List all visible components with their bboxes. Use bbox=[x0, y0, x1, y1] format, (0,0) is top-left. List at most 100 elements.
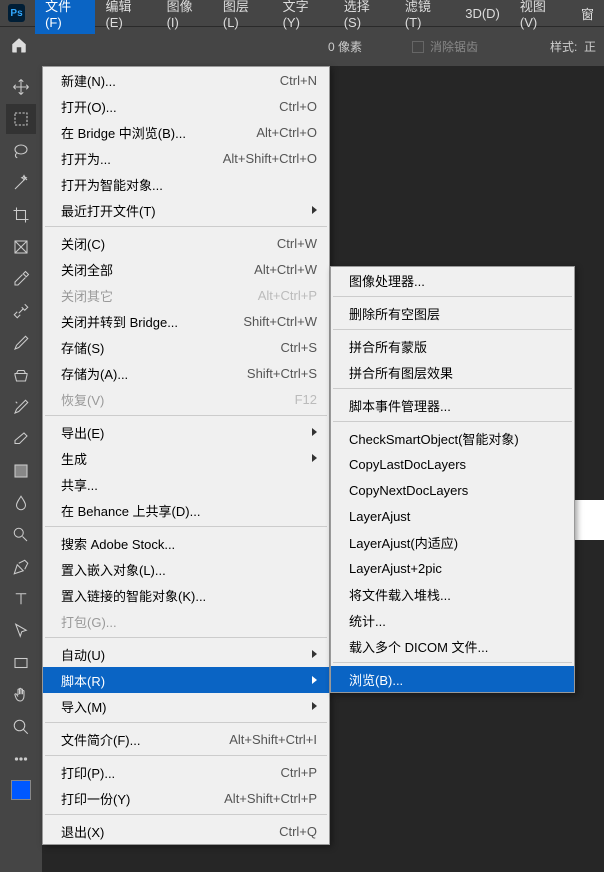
menu-save[interactable]: 存储(S)Ctrl+S bbox=[43, 334, 329, 360]
submenu-copy-next[interactable]: CopyNextDocLayers bbox=[331, 477, 574, 503]
healing-tool[interactable] bbox=[6, 296, 36, 326]
move-tool[interactable] bbox=[6, 72, 36, 102]
menu-select[interactable]: 选择(S) bbox=[334, 0, 395, 34]
menu-automate[interactable]: 自动(U) bbox=[43, 641, 329, 667]
history-brush-tool[interactable] bbox=[6, 392, 36, 422]
menu-print-one[interactable]: 打印一份(Y)Alt+Shift+Ctrl+P bbox=[43, 785, 329, 811]
submenu-layer-adjust-adaptive[interactable]: LayerAjust(内适应) bbox=[331, 529, 574, 555]
anti-alias-checkbox[interactable]: 消除锯齿 bbox=[412, 38, 478, 55]
menu-separator bbox=[45, 814, 327, 815]
foreground-color[interactable] bbox=[11, 780, 31, 800]
menu-close-all[interactable]: 关闭全部Alt+Ctrl+W bbox=[43, 256, 329, 282]
menu-separator bbox=[45, 226, 327, 227]
pen-tool[interactable] bbox=[6, 552, 36, 582]
workspace: 新建(N)...Ctrl+N 打开(O)...Ctrl+O 在 Bridge 中… bbox=[0, 66, 604, 872]
file-menu-dropdown: 新建(N)...Ctrl+N 打开(O)...Ctrl+O 在 Bridge 中… bbox=[42, 66, 330, 845]
submenu-copy-last[interactable]: CopyLastDocLayers bbox=[331, 451, 574, 477]
submenu-arrow-icon bbox=[312, 650, 317, 658]
menu-browse-bridge[interactable]: 在 Bridge 中浏览(B)...Alt+Ctrl+O bbox=[43, 119, 329, 145]
submenu-arrow-icon bbox=[312, 454, 317, 462]
submenu-load-dicom[interactable]: 载入多个 DICOM 文件... bbox=[331, 633, 574, 659]
dodge-tool[interactable] bbox=[6, 520, 36, 550]
zoom-tool[interactable] bbox=[6, 712, 36, 742]
type-tool[interactable] bbox=[6, 584, 36, 614]
menu-print[interactable]: 打印(P)...Ctrl+P bbox=[43, 759, 329, 785]
menu-generate[interactable]: 生成 bbox=[43, 445, 329, 471]
marquee-tool[interactable] bbox=[6, 104, 36, 134]
menu-separator bbox=[333, 662, 572, 663]
submenu-event-manager[interactable]: 脚本事件管理器... bbox=[331, 392, 574, 418]
menu-text[interactable]: 文字(Y) bbox=[273, 0, 334, 34]
menu-recent[interactable]: 最近打开文件(T) bbox=[43, 197, 329, 223]
submenu-browse[interactable]: 浏览(B)... bbox=[331, 666, 574, 692]
menu-separator bbox=[45, 415, 327, 416]
submenu-delete-empty[interactable]: 删除所有空图层 bbox=[331, 300, 574, 326]
menu-place-linked[interactable]: 置入链接的智能对象(K)... bbox=[43, 582, 329, 608]
menu-new[interactable]: 新建(N)...Ctrl+N bbox=[43, 67, 329, 93]
menu-package: 打包(G)... bbox=[43, 608, 329, 634]
menubar: Ps 文件(F) 编辑(E) 图像(I) 图层(L) 文字(Y) 选择(S) 滤… bbox=[0, 0, 604, 26]
home-icon[interactable] bbox=[10, 36, 28, 57]
crop-tool[interactable] bbox=[6, 200, 36, 230]
menu-file-info[interactable]: 文件简介(F)...Alt+Shift+Ctrl+I bbox=[43, 726, 329, 752]
brush-tool[interactable] bbox=[6, 328, 36, 358]
lasso-tool[interactable] bbox=[6, 136, 36, 166]
menu-save-as[interactable]: 存储为(A)...Shift+Ctrl+S bbox=[43, 360, 329, 386]
pixel-value: 0 像素 bbox=[328, 38, 362, 55]
menu-exit[interactable]: 退出(X)Ctrl+Q bbox=[43, 818, 329, 844]
menu-open-as[interactable]: 打开为...Alt+Shift+Ctrl+O bbox=[43, 145, 329, 171]
eyedropper-tool[interactable] bbox=[6, 264, 36, 294]
menu-close-goto-bridge[interactable]: 关闭并转到 Bridge...Shift+Ctrl+W bbox=[43, 308, 329, 334]
ps-app-icon: Ps bbox=[8, 4, 25, 22]
clone-stamp-tool[interactable] bbox=[6, 360, 36, 390]
menu-separator bbox=[333, 388, 572, 389]
menu-open[interactable]: 打开(O)...Ctrl+O bbox=[43, 93, 329, 119]
blur-tool[interactable] bbox=[6, 488, 36, 518]
submenu-check-smart[interactable]: CheckSmartObject(智能对象) bbox=[331, 425, 574, 451]
menu-separator bbox=[333, 329, 572, 330]
menu-separator bbox=[45, 722, 327, 723]
submenu-arrow-icon bbox=[312, 676, 317, 684]
menu-behance[interactable]: 在 Behance 上共享(D)... bbox=[43, 497, 329, 523]
edit-toolbar[interactable] bbox=[6, 744, 36, 774]
scripts-submenu: 图像处理器... 删除所有空图层 拼合所有蒙版 拼合所有图层效果 脚本事件管理器… bbox=[330, 266, 575, 693]
menu-search-stock[interactable]: 搜索 Adobe Stock... bbox=[43, 530, 329, 556]
menu-image[interactable]: 图像(I) bbox=[157, 0, 213, 34]
menu-window[interactable]: 窗 bbox=[571, 0, 604, 27]
submenu-flatten-effects[interactable]: 拼合所有图层效果 bbox=[331, 359, 574, 385]
menu-file[interactable]: 文件(F) bbox=[35, 0, 95, 34]
submenu-arrow-icon bbox=[312, 702, 317, 710]
submenu-flatten-masks[interactable]: 拼合所有蒙版 bbox=[331, 333, 574, 359]
menu-view[interactable]: 视图(V) bbox=[510, 0, 571, 34]
menu-separator bbox=[333, 296, 572, 297]
submenu-statistics[interactable]: 统计... bbox=[331, 607, 574, 633]
eraser-tool[interactable] bbox=[6, 424, 36, 454]
menu-close[interactable]: 关闭(C)Ctrl+W bbox=[43, 230, 329, 256]
menu-separator bbox=[45, 526, 327, 527]
checkbox-icon bbox=[412, 41, 424, 53]
menu-place-embedded[interactable]: 置入嵌入对象(L)... bbox=[43, 556, 329, 582]
menu-export[interactable]: 导出(E) bbox=[43, 419, 329, 445]
menu-share[interactable]: 共享... bbox=[43, 471, 329, 497]
rectangle-tool[interactable] bbox=[6, 648, 36, 678]
menu-edit[interactable]: 编辑(E) bbox=[95, 0, 156, 34]
style-label: 样式: 正 bbox=[550, 38, 596, 55]
menu-filter[interactable]: 滤镜(T) bbox=[395, 0, 455, 34]
menu-close-others: 关闭其它Alt+Ctrl+P bbox=[43, 282, 329, 308]
hand-tool[interactable] bbox=[6, 680, 36, 710]
submenu-load-stack[interactable]: 将文件载入堆栈... bbox=[331, 581, 574, 607]
menu-3d[interactable]: 3D(D) bbox=[455, 2, 510, 25]
menu-import[interactable]: 导入(M) bbox=[43, 693, 329, 719]
path-select-tool[interactable] bbox=[6, 616, 36, 646]
menu-layer[interactable]: 图层(L) bbox=[213, 0, 273, 34]
submenu-layer-adjust[interactable]: LayerAjust bbox=[331, 503, 574, 529]
gradient-tool[interactable] bbox=[6, 456, 36, 486]
menu-scripts[interactable]: 脚本(R) bbox=[43, 667, 329, 693]
submenu-arrow-icon bbox=[312, 206, 317, 214]
magic-wand-tool[interactable] bbox=[6, 168, 36, 198]
menu-open-smart[interactable]: 打开为智能对象... bbox=[43, 171, 329, 197]
menu-separator bbox=[45, 755, 327, 756]
frame-tool[interactable] bbox=[6, 232, 36, 262]
submenu-layer-adjust-2pic[interactable]: LayerAjust+2pic bbox=[331, 555, 574, 581]
submenu-image-processor[interactable]: 图像处理器... bbox=[331, 267, 574, 293]
